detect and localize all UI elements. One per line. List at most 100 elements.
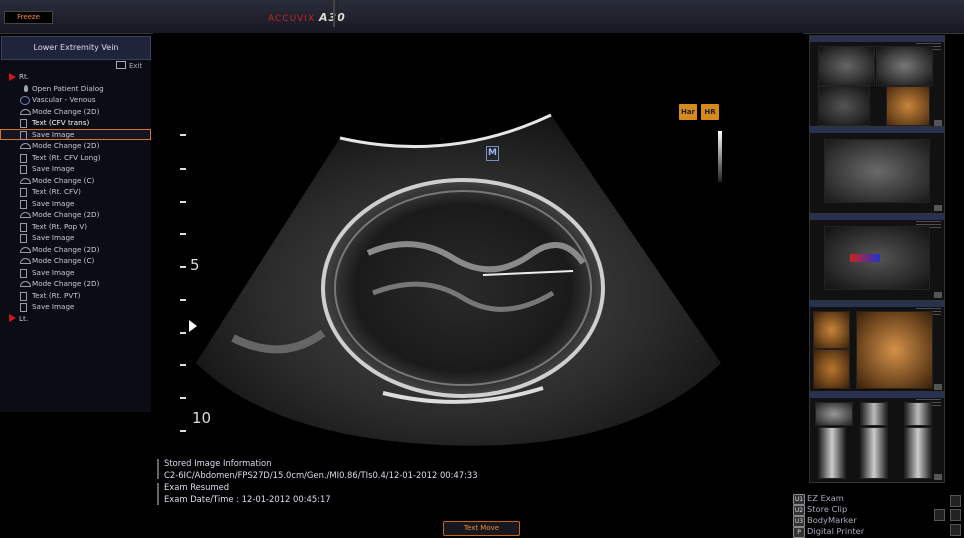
- mode-icon: [20, 258, 31, 264]
- softkey-store-clip[interactable]: U2 Store Clip: [793, 504, 847, 516]
- thumbnail-3[interactable]: [809, 213, 945, 301]
- harmonic-badge: Har: [679, 104, 697, 120]
- protocol-step[interactable]: Rt.: [0, 71, 151, 83]
- protocol-step[interactable]: Mode Change (C): [0, 255, 151, 267]
- depth-tick: [180, 201, 186, 203]
- protocol-step-label: Mode Change (C): [32, 175, 95, 185]
- protocol-step[interactable]: Mode Change (2D): [0, 244, 151, 256]
- exit-label: Exit: [129, 62, 143, 70]
- protocol-step[interactable]: Text (Rt. Pop V): [0, 221, 151, 233]
- gray-scale-bar: [718, 131, 722, 182]
- protocol-step-label: Text (Rt. CFV): [32, 187, 81, 196]
- protocol-step-label: Text (CFV trans): [32, 118, 90, 127]
- protocol-step[interactable]: Mode Change (2D): [0, 278, 151, 290]
- protocol-step-label: Text (Rt. PVT): [32, 290, 81, 300]
- depth-tick: [180, 397, 186, 399]
- top-bar: Freeze ACCUVIX A30: [0, 0, 964, 34]
- text-icon: [20, 153, 27, 163]
- protocol-panel: Lower Extremity Vein Exit Rt. Open Patien…: [0, 36, 151, 412]
- thumbnail-2[interactable]: [809, 126, 945, 214]
- mouse-icon: [934, 509, 945, 521]
- mode-icon: [20, 177, 31, 184]
- save-icon: [20, 268, 27, 278]
- vascular-icon: [20, 96, 30, 105]
- softkey-body-marker[interactable]: U3 BodyMarker: [793, 515, 857, 527]
- hr-badge: HR: [701, 104, 719, 120]
- exit-button[interactable]: Exit: [116, 61, 142, 70]
- protocol-step[interactable]: Text (Rt. PVT): [0, 290, 151, 302]
- thumbnail-4[interactable]: [809, 300, 945, 393]
- protocol-step-label: Mode Change (2D): [32, 210, 100, 219]
- person-icon: [24, 84, 28, 92]
- ultrasound-image[interactable]: M Har HR: [153, 33, 803, 450]
- protocol-step[interactable]: Save Image: [0, 128, 151, 140]
- protocol-step-label: Mode Change (2D): [32, 244, 100, 254]
- depth-tick: [180, 430, 186, 432]
- protocol-step[interactable]: Save Image: [0, 232, 151, 244]
- protocol-step-label: Mode Change (C): [32, 256, 95, 265]
- focus-marker[interactable]: [189, 320, 197, 332]
- protocol-step[interactable]: Vascular - Venous: [0, 94, 151, 106]
- protocol-step[interactable]: Text (CFV trans): [0, 117, 151, 129]
- depth-tick: [180, 168, 186, 170]
- protocol-step[interactable]: Mode Change (2D): [0, 106, 151, 118]
- save-icon: [20, 130, 27, 140]
- stored-info-line: C2-6IC/Abdomen/FPS27D/15.0cm/Gen./MI0.86…: [164, 470, 478, 480]
- protocol-step-list: Rt. Open Patient Dialog Vascular - Venous M…: [0, 71, 151, 324]
- protocol-step-label: Mode Change (2D): [32, 106, 100, 116]
- protocol-step[interactable]: Mode Change (C): [0, 175, 151, 187]
- text-icon: [20, 291, 27, 301]
- brand-prefix: ACCUVIX: [268, 14, 316, 24]
- protocol-step-label: Mode Change (2D): [32, 141, 100, 150]
- save-icon: [20, 199, 27, 209]
- protocol-step-label: Text (Rt. CFV Long): [32, 152, 101, 162]
- protocol-step[interactable]: Text (Rt. CFV): [0, 186, 151, 198]
- protocol-step-label: Save Image: [32, 129, 75, 139]
- thumbnail-strip: [808, 35, 945, 492]
- save-icon: [20, 303, 27, 312]
- red-triangle-icon: [9, 72, 16, 81]
- protocol-step-label: Lt.: [19, 313, 29, 323]
- depth-tick: [180, 266, 186, 268]
- protocol-step[interactable]: Open Patient Dialog: [0, 83, 151, 95]
- protocol-step[interactable]: Save Image: [0, 198, 151, 210]
- protocol-step[interactable]: Mode Change (2D): [0, 209, 151, 221]
- freeze-button[interactable]: Freeze: [4, 11, 53, 24]
- protocol-title[interactable]: Lower Extremity Vein: [1, 36, 151, 60]
- fetal-skull: [321, 178, 605, 398]
- thumbnail-5[interactable]: [809, 391, 945, 483]
- protocol-step-label: Save Image: [32, 164, 75, 173]
- mode-icon: [20, 281, 31, 287]
- protocol-step[interactable]: Text (Rt. CFV Long): [0, 152, 151, 164]
- protocol-step[interactable]: Save Image: [0, 301, 151, 313]
- save-icon: [20, 165, 27, 174]
- depth-tick: [180, 134, 186, 136]
- protocol-step-label: Save Image: [32, 233, 75, 242]
- protocol-step-label: Text (Rt. Pop V): [32, 221, 88, 231]
- protocol-step-label: Open Patient Dialog: [32, 83, 104, 93]
- softkey-digital-printer[interactable]: P Digital Printer: [793, 526, 864, 538]
- protocol-step-label: Rt.: [19, 72, 30, 81]
- protocol-step-label: Save Image: [32, 267, 75, 277]
- thumbnail-1[interactable]: [809, 35, 945, 129]
- protocol-step[interactable]: Mode Change (2D): [0, 140, 151, 152]
- probe-orientation-marker: M: [486, 146, 499, 161]
- depth-tick: [180, 233, 186, 235]
- protocol-step-label: Mode Change (2D): [32, 279, 100, 288]
- ultrasound-scan: [153, 33, 803, 446]
- depth-label-5: 5: [190, 256, 200, 274]
- red-triangle-icon: [9, 314, 16, 322]
- exam-datetime: Exam Date/Time : 12-01-2012 00:45:17: [164, 494, 331, 504]
- stored-info-heading: Stored Image Information: [164, 458, 272, 468]
- text-move-button[interactable]: Text Move: [443, 521, 520, 536]
- softkey-ez-exam[interactable]: U1 EZ Exam: [793, 493, 844, 505]
- protocol-step[interactable]: Save Image: [0, 163, 151, 175]
- depth-tick: [180, 299, 186, 301]
- mode-icon: [20, 143, 31, 149]
- depth-tick: [180, 332, 186, 334]
- protocol-step[interactable]: Save Image: [0, 267, 151, 279]
- mode-icon: [20, 212, 31, 218]
- mode-icon: [20, 108, 31, 115]
- keyboard-icon: [950, 509, 961, 521]
- protocol-step[interactable]: Lt.: [0, 313, 151, 325]
